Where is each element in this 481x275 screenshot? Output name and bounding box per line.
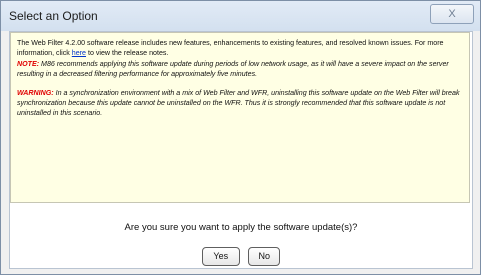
warning-text: In a synchronization environment with a …	[17, 88, 460, 118]
button-row: Yes No	[10, 246, 472, 266]
release-intro: The Web Filter 4.2.00 software release i…	[17, 38, 463, 59]
dialog-title: Select an Option	[9, 9, 98, 23]
update-dialog: Select an Option X The Web Filter 4.2.00…	[0, 0, 481, 275]
no-button[interactable]: No	[248, 247, 281, 266]
note-text: M86 recommends applying this software up…	[17, 59, 449, 79]
title-bar: Select an Option X	[1, 1, 480, 31]
warning-label: WARNING:	[17, 88, 54, 97]
confirm-question: Are you sure you want to apply the softw…	[124, 222, 358, 233]
close-icon: X	[448, 8, 456, 20]
note-label: NOTE:	[17, 59, 40, 68]
yes-button[interactable]: Yes	[201, 247, 240, 266]
note-paragraph: NOTE: M86 recommends applying this softw…	[17, 59, 463, 80]
warning-paragraph: WARNING: In a synchronization environmen…	[17, 88, 463, 119]
close-button[interactable]: X	[430, 4, 474, 24]
dialog-content: The Web Filter 4.2.00 software release i…	[9, 31, 473, 269]
release-notes-panel: The Web Filter 4.2.00 software release i…	[10, 32, 470, 203]
intro-text-end: to view the release notes.	[86, 49, 169, 58]
release-notes-link[interactable]: here	[72, 49, 86, 57]
